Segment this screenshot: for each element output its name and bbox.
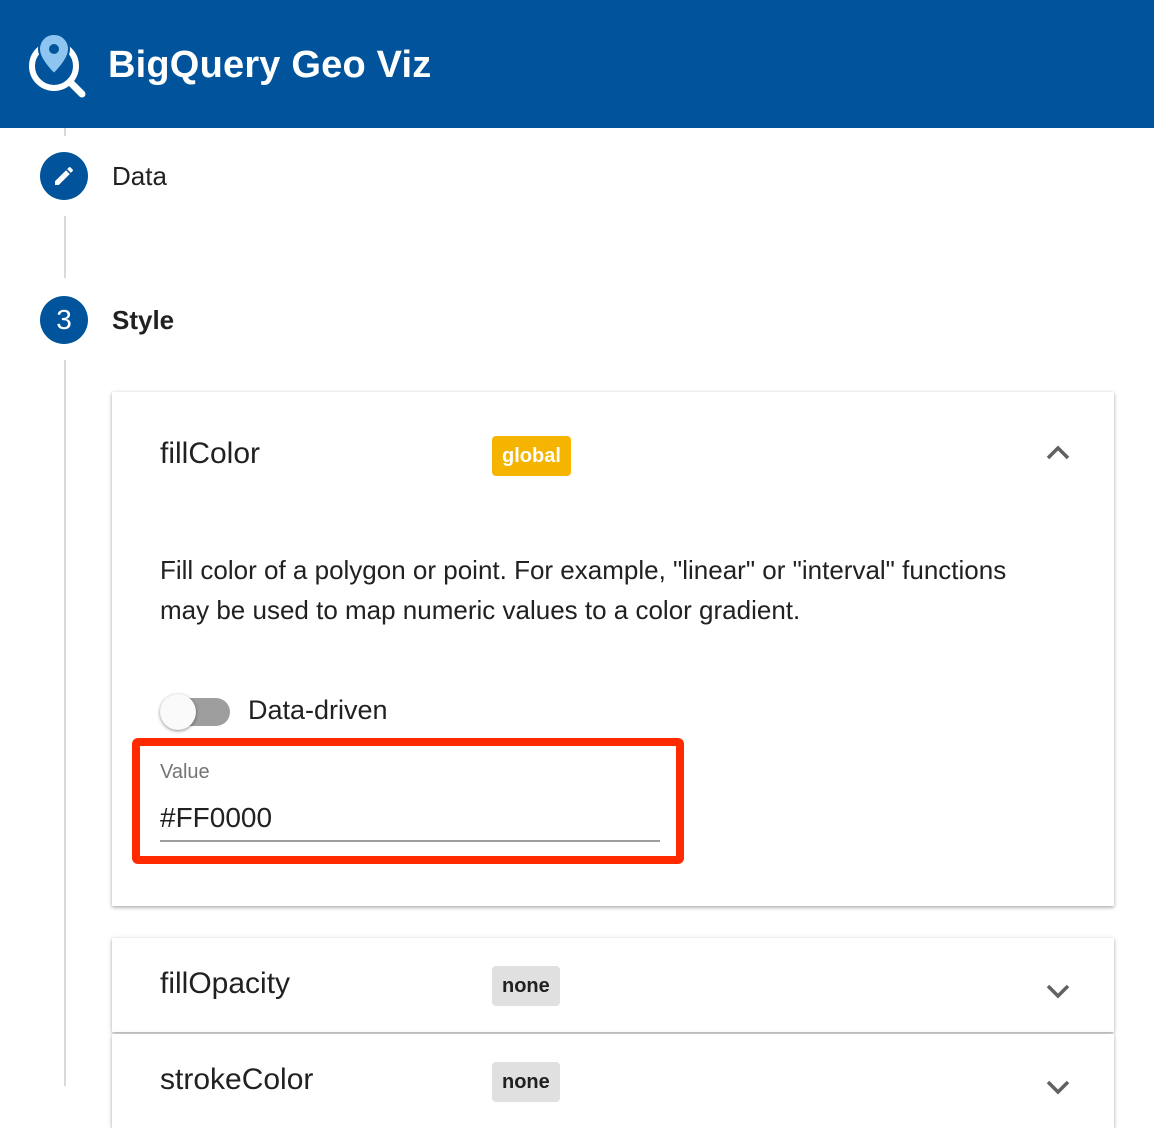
stepper-connector	[64, 128, 66, 136]
app-bar: BigQuery Geo Viz	[0, 0, 1154, 128]
scope-badge: none	[492, 1062, 560, 1102]
data-driven-label: Data-driven	[248, 695, 388, 725]
chevron-down-icon[interactable]	[1044, 982, 1072, 1002]
step-data-label[interactable]: Data	[112, 160, 167, 192]
step-style-number: 3	[40, 296, 88, 344]
step-number: 3	[56, 304, 72, 335]
property-title: fillOpacity	[160, 967, 291, 1000]
property-panel-strokecolor[interactable]: strokeColor none	[112, 1034, 1114, 1128]
toggle-thumb	[160, 694, 196, 730]
property-description: Fill color of a polygon or point. For ex…	[160, 555, 1007, 625]
property-panel-fillcolor: fillColor global Fill color of a polygon…	[112, 392, 1114, 906]
step-style-label: Style	[112, 305, 175, 335]
data-driven-toggle[interactable]	[160, 692, 234, 732]
property-title[interactable]: fillColor	[160, 436, 260, 472]
geo-viz-logo-icon	[29, 32, 86, 98]
stepper-connector	[64, 216, 66, 278]
value-field-highlight: Value	[132, 738, 684, 864]
value-field-label: Value	[160, 761, 210, 783]
property-panel-fillopacity[interactable]: fillOpacity none	[112, 938, 1114, 1032]
pencil-icon	[55, 166, 74, 185]
app-title: BigQuery Geo Viz	[108, 44, 432, 86]
value-input[interactable]	[160, 796, 660, 842]
property-title: strokeColor	[160, 1063, 314, 1096]
chevron-up-icon[interactable]	[1044, 442, 1072, 462]
step-data-edit-button[interactable]	[40, 152, 88, 200]
chevron-down-icon[interactable]	[1044, 1078, 1072, 1098]
stepper-connector	[64, 360, 66, 1086]
scope-badge: none	[492, 966, 560, 1006]
scope-badge: global	[492, 436, 571, 476]
